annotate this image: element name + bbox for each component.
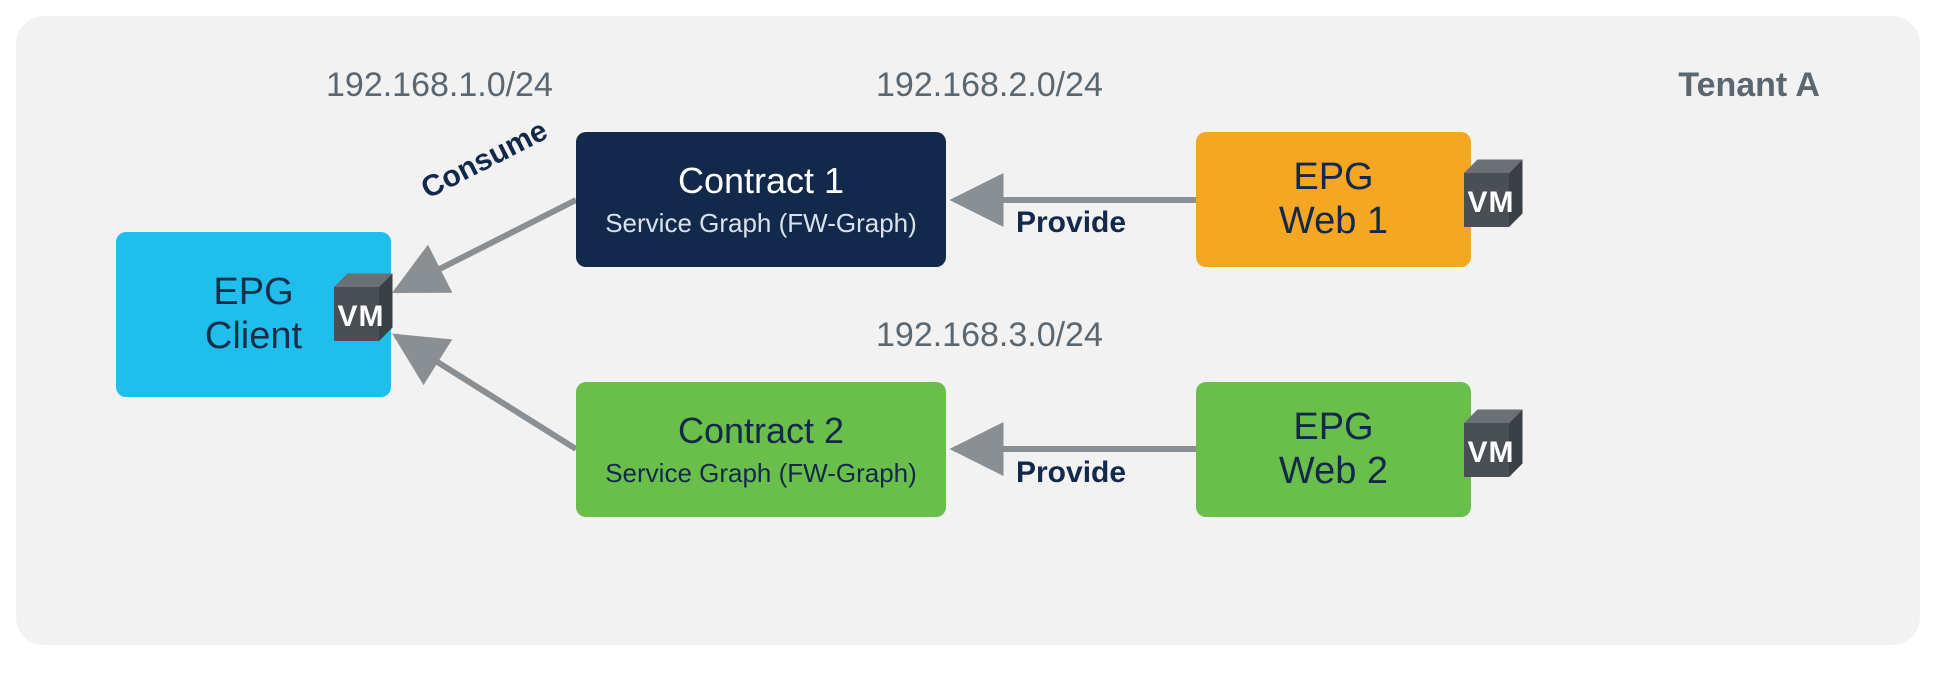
edge-label-provide-2: Provide <box>1016 456 1126 490</box>
vm-label: VM <box>316 300 406 334</box>
node-contract-2: Contract 2 Service Graph (FW-Graph) <box>576 382 946 517</box>
node-contract-1: Contract 1 Service Graph (FW-Graph) <box>576 132 946 267</box>
contract1-title: Contract 1 <box>678 160 844 201</box>
vm-icon: VM <box>1446 146 1536 236</box>
contract2-sub: Service Graph (FW-Graph) <box>605 458 917 489</box>
contract1-sub: Service Graph (FW-Graph) <box>605 208 917 239</box>
edge-contract1-to-client <box>396 200 576 291</box>
vm-label: VM <box>1446 436 1536 470</box>
vm-icon: VM <box>316 260 406 350</box>
epg-web2-title: EPG Web 2 <box>1279 406 1388 493</box>
subnet-web1-label: 192.168.2.0/24 <box>876 66 1103 105</box>
diagram-canvas: 192.168.1.0/24 192.168.2.0/24 192.168.3.… <box>16 16 1920 645</box>
edge-contract2-to-client <box>396 336 576 449</box>
contract2-title: Contract 2 <box>678 410 844 451</box>
epg-client-title: EPG Client <box>205 271 302 358</box>
epg-web1-title: EPG Web 1 <box>1279 156 1388 243</box>
vm-icon: VM <box>1446 396 1536 486</box>
node-epg-web1: EPG Web 1 <box>1196 132 1471 267</box>
edge-label-provide-1: Provide <box>1016 206 1126 240</box>
tenant-label: Tenant A <box>1678 66 1820 105</box>
vm-label: VM <box>1446 186 1536 220</box>
subnet-web2-label: 192.168.3.0/24 <box>876 316 1103 355</box>
subnet-client-label: 192.168.1.0/24 <box>326 66 553 105</box>
node-epg-web2: EPG Web 2 <box>1196 382 1471 517</box>
edge-label-consume: Consume <box>416 114 553 206</box>
